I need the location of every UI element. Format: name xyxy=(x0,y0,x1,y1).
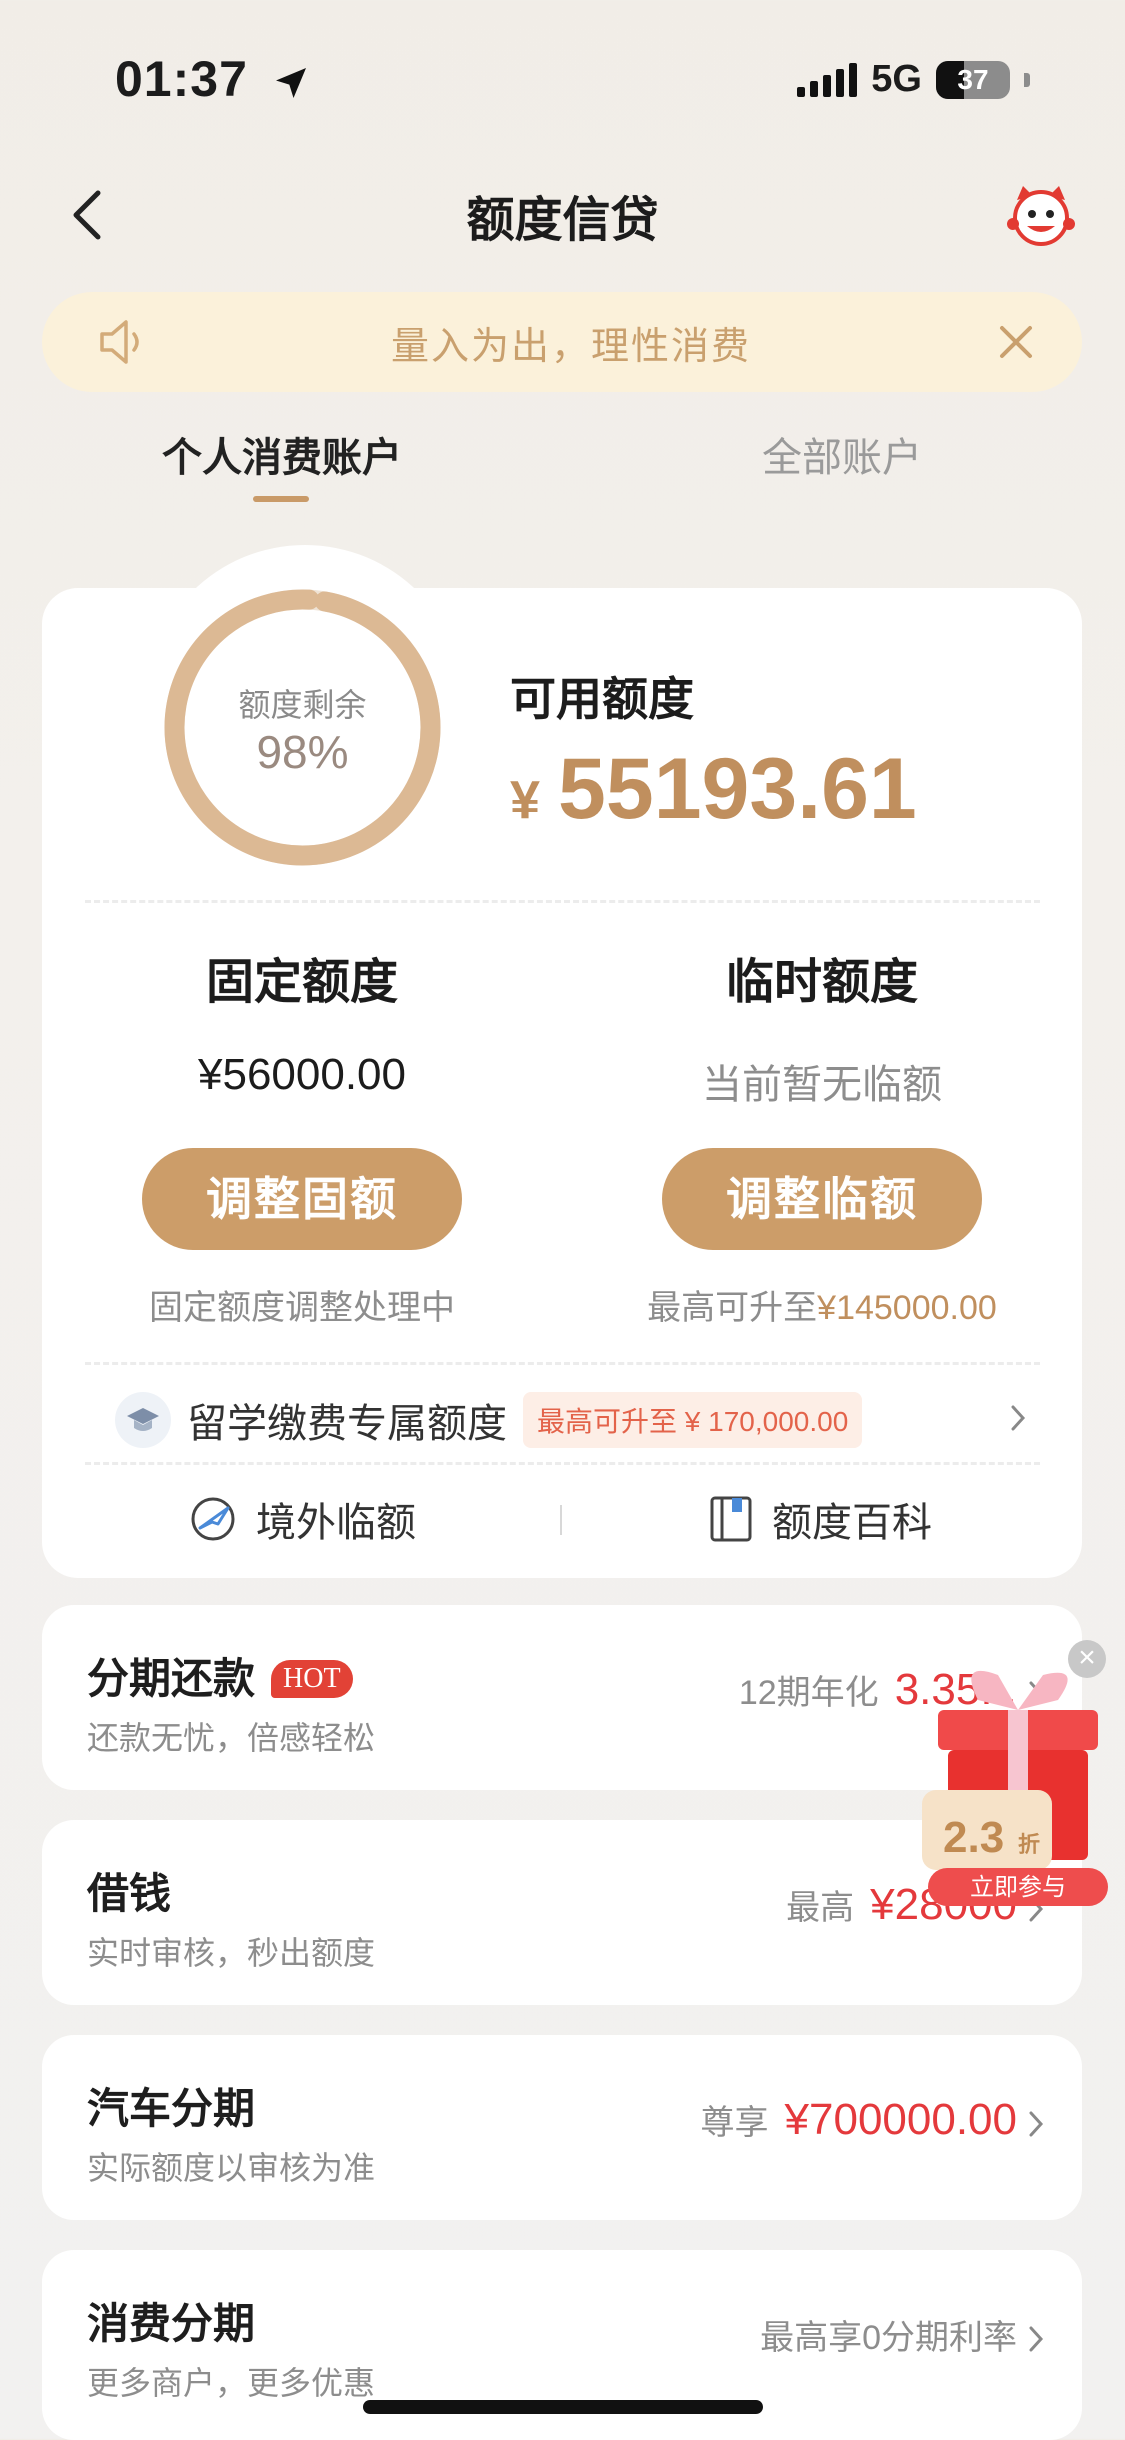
hot-badge: HOT xyxy=(271,1660,353,1698)
chevron-right-icon xyxy=(1029,2326,1044,2352)
study-abroad-row[interactable]: 留学缴费专属额度 最高可升至 ¥ 170,000.00 xyxy=(85,1365,1040,1475)
available-value: 55193.61 xyxy=(558,741,917,837)
installment-repay-title: 分期还款 xyxy=(87,1655,256,1702)
tab-all-accounts[interactable]: 全部账户 xyxy=(762,425,922,483)
card-title: 汽车分期 xyxy=(87,2085,256,2132)
available-amount: ¥55193.61 xyxy=(510,740,917,839)
home-indicator xyxy=(363,2400,763,2414)
ring-percent: 98% xyxy=(256,726,349,778)
study-abroad-badge: 最高可升至 ¥ 170,000.00 xyxy=(523,1392,863,1448)
right-label: 12期年化 xyxy=(738,1674,879,1712)
clock-text: 01:37 xyxy=(115,51,248,107)
temp-limit-note: 最高可升至¥145000.00 xyxy=(612,1280,1032,1329)
card-right-info: 最高享0分期利率 xyxy=(760,2310,1017,2359)
link-separator xyxy=(560,1505,562,1535)
mascot-icon[interactable] xyxy=(1005,180,1077,252)
card-subtitle: 实时审核，秒出额度 xyxy=(87,1935,376,1971)
battery-icon: 37 xyxy=(936,60,1010,99)
adjust-fixed-button[interactable]: 调整固额 xyxy=(142,1148,462,1250)
right-label: 尊享 xyxy=(700,2104,769,2142)
fixed-limit-note: 固定额度调整处理中 xyxy=(149,1289,455,1327)
tab-underline xyxy=(253,496,309,502)
gift-discount-unit: 折 xyxy=(1018,1832,1040,1857)
overseas-limit-label: 境外临额 xyxy=(256,1501,416,1545)
card-title: 消费分期 xyxy=(87,2300,256,2347)
car-installment-card[interactable]: 汽车分期 实际额度以审核为准 尊享 ¥700000.00 xyxy=(42,2035,1082,2220)
page-title: 额度信贷 xyxy=(466,194,659,247)
graduation-cap-icon xyxy=(115,1392,171,1448)
close-icon[interactable] xyxy=(990,316,1042,368)
adjust-temp-button[interactable]: 调整临额 xyxy=(662,1148,982,1250)
right-label: 最高享0分期利率 xyxy=(760,2319,1017,2357)
gift-cta-text: 立即参与 xyxy=(970,1874,1066,1901)
location-arrow-icon xyxy=(275,67,306,98)
right-value: ¥700000.00 xyxy=(784,2095,1017,2144)
notice-bar: 量入为出，理性消费 xyxy=(42,292,1082,392)
card-subtitle: 实际额度以审核为准 xyxy=(87,2150,376,2186)
gift-close-icon[interactable]: × xyxy=(1068,1640,1106,1678)
status-indicators: 5G 37 xyxy=(797,58,1030,101)
fixed-limit-title: 固定额度 xyxy=(205,956,398,1009)
speaker-icon xyxy=(100,320,139,364)
gift-discount-text: 2.3 xyxy=(943,1813,1004,1862)
card-right-info: 尊享 ¥700000.00 xyxy=(701,2095,1017,2145)
limit-encyclopedia-link[interactable]: 额度百科 xyxy=(708,1490,932,1548)
fixed-limit-value: ¥56000.00 xyxy=(198,1050,406,1099)
card-subtitle: 更多商户，更多优惠 xyxy=(87,2365,376,2401)
notice-text: 量入为出，理性消费 xyxy=(390,325,751,368)
divider xyxy=(85,1462,1040,1465)
network-type: 5G xyxy=(871,58,922,100)
ring-label: 额度剩余 xyxy=(238,687,367,723)
temp-note-amount: ¥145000.00 xyxy=(817,1289,997,1327)
tab-personal-account[interactable]: 个人消费账户 xyxy=(162,425,402,483)
book-icon xyxy=(710,1496,752,1542)
card-title: 借钱 xyxy=(87,1870,172,1917)
gift-promo-icon[interactable]: 2.3 折 立即参与 xyxy=(918,1640,1118,1910)
limit-encyclopedia-label: 额度百科 xyxy=(772,1501,932,1545)
battery-level: 37 xyxy=(957,63,989,95)
chevron-right-icon xyxy=(1011,1405,1026,1431)
study-abroad-label: 留学缴费专属额度 xyxy=(187,1402,507,1446)
overseas-limit-link[interactable]: 境外临额 xyxy=(188,1490,416,1548)
signal-icon xyxy=(797,62,858,97)
temp-limit-title: 临时额度 xyxy=(725,956,918,1009)
temp-limit-value: 当前暂无临额 xyxy=(702,1063,942,1107)
overseas-plane-icon xyxy=(191,1497,235,1541)
card-subtitle: 还款无忧，倍感轻松 xyxy=(87,1720,376,1756)
status-time: 01:37 xyxy=(115,50,311,108)
divider xyxy=(85,900,1040,903)
available-label: 可用额度 xyxy=(510,673,694,725)
right-label: 最高 xyxy=(786,1889,855,1927)
card-title: 分期还款 HOT xyxy=(87,1645,353,1706)
currency-symbol: ¥ xyxy=(510,770,541,830)
temp-note-prefix: 最高可升至 xyxy=(647,1289,818,1327)
chevron-right-icon xyxy=(1029,2111,1044,2137)
